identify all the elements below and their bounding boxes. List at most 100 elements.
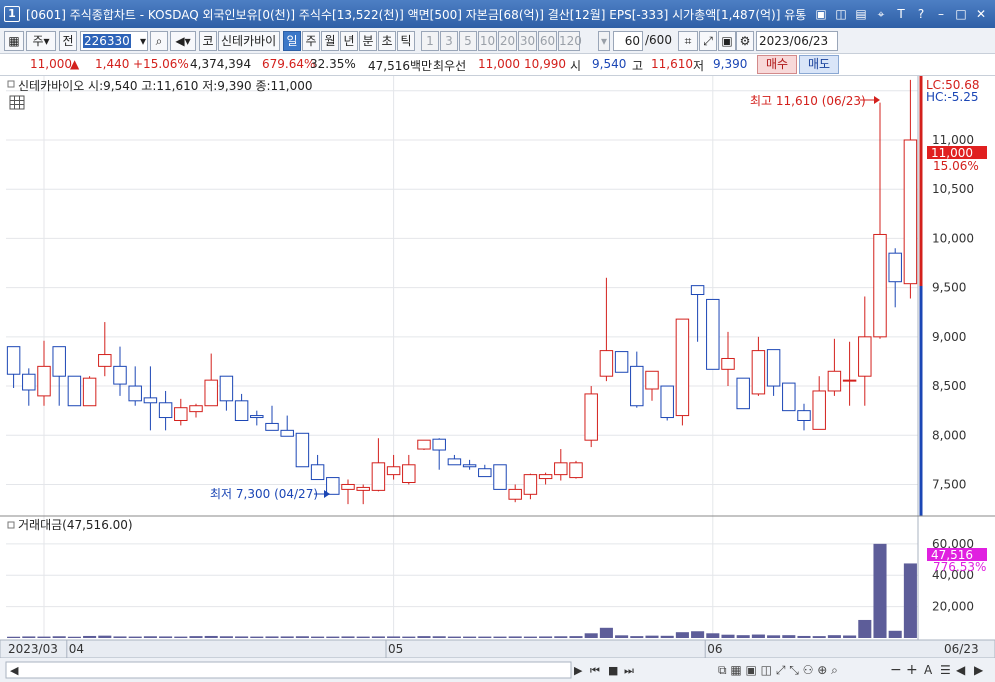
title-bar: 1 [0601] 주식종합차트 - KOSDAQ 외국인보유[0(천)] 주식수… [0, 0, 995, 28]
period-tab[interactable]: 초 [378, 31, 396, 51]
interval-button[interactable]: 120 [558, 31, 582, 51]
candle-body [782, 382, 796, 412]
volume-bar [675, 632, 689, 638]
sell-button[interactable]: 매도 [799, 55, 839, 74]
font-icon[interactable]: T [893, 6, 909, 22]
candle-body [478, 468, 492, 478]
volume-bar [387, 636, 401, 638]
indicator-icon[interactable]: ⌗ [678, 31, 698, 51]
period-tab[interactable]: 주 [302, 31, 320, 51]
window-stack-icon[interactable]: ▤ [853, 6, 869, 22]
interval-button[interactable]: 60 [538, 31, 557, 51]
candle-body [766, 349, 781, 387]
period-tab[interactable]: 월 [321, 31, 339, 51]
candle-body [52, 346, 66, 377]
help-icon[interactable]: ? [913, 6, 929, 22]
restore-small-icon[interactable]: ◫ [833, 6, 849, 22]
scroll-right-icon[interactable]: ▶ [574, 664, 583, 677]
prev-icon[interactable]: ◀ [956, 663, 966, 677]
minimize-icon[interactable]: – [933, 6, 949, 22]
interval-button[interactable]: 30 [518, 31, 537, 51]
candle-body [721, 357, 735, 370]
volume-ratio: 679.64% [262, 57, 316, 71]
first-page-icon[interactable]: ⏮ [590, 664, 600, 677]
max-price-note: 최고 11,610 (06/23) [750, 94, 866, 108]
chart-area[interactable]: 신테카바이오 시:9,540 고:11,610 저:9,390 종:11,000… [0, 76, 995, 682]
speaker-icon[interactable]: ◀▾ [170, 31, 196, 51]
table-toggle-icon[interactable] [9, 95, 25, 110]
interval-button[interactable]: 20 [498, 31, 517, 51]
count-total: /600 [645, 33, 672, 47]
stock-name-field[interactable]: 신테카바이 [218, 31, 280, 51]
period-tab[interactable]: 년 [340, 31, 358, 51]
scroll-left-icon[interactable]: ◀ [10, 664, 19, 677]
volume-bar [903, 563, 917, 638]
candle-body [219, 375, 234, 402]
last-page-icon[interactable]: ⏭ [624, 664, 634, 677]
volume-bar [52, 636, 66, 638]
volume-bar [493, 636, 507, 638]
code-label-button[interactable]: 코 [199, 31, 217, 51]
scroll-track[interactable] [5, 661, 572, 679]
volume-bar [736, 635, 750, 638]
volume-bar [539, 636, 553, 638]
date-input[interactable]: 2023/06/23▦ [756, 31, 838, 66]
all-toggle-button[interactable]: 전 [59, 31, 77, 51]
buy-button[interactable]: 매수 [757, 55, 797, 74]
settings-gear-icon[interactable]: ⚙ [736, 31, 754, 51]
period-tab[interactable]: 일 [283, 31, 301, 51]
volume-bar [888, 630, 902, 638]
interval-button[interactable]: 1 [421, 31, 439, 51]
maximize-icon[interactable]: □ [953, 6, 969, 22]
chart-tools-icons[interactable]: ⧉ ▦ ▣ ◫ ⤢ ⤡ ⚇ ⊕ ⌕ [718, 663, 838, 677]
candle-body [554, 462, 568, 476]
interval-button[interactable]: 5 [459, 31, 477, 51]
price-tick-label: 7,500 [932, 477, 966, 491]
crosshair-icon[interactable]: ⤢ [699, 31, 717, 51]
volume-bar [67, 636, 81, 638]
volume-bar [584, 633, 598, 638]
period-tab[interactable]: 틱 [397, 31, 415, 51]
save-icon[interactable]: ▣ [718, 31, 736, 51]
candle-body [569, 462, 583, 479]
volume-bar [219, 636, 233, 638]
volume-bar [569, 636, 583, 638]
volume-bar [630, 636, 644, 638]
market-select[interactable]: 주▾ [26, 31, 56, 51]
candle-body [143, 397, 158, 404]
zoom-in-icon[interactable]: + [906, 662, 918, 678]
low-price: 9,390 [713, 57, 748, 71]
candle-body [356, 486, 370, 491]
search-icon[interactable]: ⌕ [150, 31, 168, 51]
x-axis-label: 05 [388, 642, 403, 656]
pin-icon[interactable]: ⌖ [873, 6, 889, 22]
link-icon[interactable]: ▣ [813, 6, 829, 22]
grid-menu-icon[interactable]: ▦ [4, 31, 24, 51]
trade-amount: 47,516백만 [368, 59, 433, 73]
candle-body [508, 488, 522, 500]
interval-button[interactable]: 10 [478, 31, 497, 51]
count-input[interactable]: 60 [613, 31, 643, 51]
current-price: 11,000 [30, 57, 72, 71]
price-tick-label: 10,000 [932, 231, 974, 245]
close-icon[interactable]: ✕ [973, 6, 989, 22]
volume-bar [691, 631, 705, 638]
font-size-icon[interactable]: A [924, 663, 933, 677]
candle-body [873, 233, 887, 338]
zoom-out-icon[interactable]: − [890, 662, 902, 678]
stock-chart[interactable]: 신테카바이오 시:9,540 고:11,610 저:9,390 종:11,000… [0, 76, 995, 682]
volume-bar [432, 636, 446, 638]
period-tab[interactable]: 분 [359, 31, 377, 51]
interval-button[interactable]: 3 [440, 31, 458, 51]
candle-body [660, 385, 674, 419]
list-icon[interactable]: ☰ [940, 663, 951, 677]
volume-bar [827, 635, 841, 638]
stock-code-input[interactable]: 226330 ▾ [80, 31, 148, 51]
up-arrow-icon: ▲ [70, 57, 80, 71]
bid-price: 10,990 [524, 57, 566, 71]
volume-bar [812, 636, 826, 638]
interval-dropdown[interactable]: ▾ [598, 31, 610, 51]
candle-body [371, 462, 386, 491]
stop-icon[interactable]: ■ [608, 664, 618, 677]
next-icon[interactable]: ▶ [974, 663, 984, 677]
